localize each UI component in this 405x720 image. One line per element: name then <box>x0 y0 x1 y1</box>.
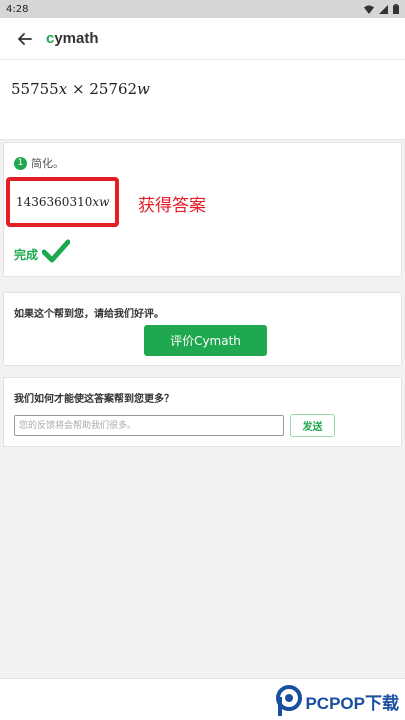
feedback-row: 发送 <box>14 414 335 437</box>
watermark: PCPOP下载 <box>276 685 399 717</box>
done-row: 完成 <box>14 239 71 263</box>
pcpop-logo-icon <box>276 685 303 716</box>
app-title: cymath <box>46 30 99 47</box>
back-button[interactable] <box>14 28 36 50</box>
status-bar: 4:28 <box>0 0 405 18</box>
answer-expression: 1436360310xw <box>16 195 110 209</box>
signal-icon <box>379 4 388 14</box>
answer-annotation: 获得答案 <box>138 196 206 216</box>
app-bar: cymath <box>0 18 405 60</box>
feedback-input[interactable] <box>14 415 284 436</box>
problem-display: 55755x × 25762w <box>0 60 405 140</box>
step-number: 1 <box>14 156 27 170</box>
send-button[interactable]: 发送 <box>290 414 335 437</box>
done-label: 完成 <box>14 248 39 262</box>
step-header: 1 简化。 <box>14 155 391 171</box>
rate-card: 如果这个帮到您，请给我们好评。 评价Cymath <box>3 292 402 366</box>
rate-cymath-button[interactable]: 评价Cymath <box>144 325 267 356</box>
answer-highlight-box: 1436360310xw <box>6 177 119 227</box>
bottom-area: PCPOP下载 <box>0 678 405 720</box>
arrow-left-icon <box>18 32 32 45</box>
step-label: 简化。 <box>31 157 64 170</box>
status-time: 4:28 <box>6 3 29 15</box>
feedback-question: 我们如何才能使这答案帮到您更多？ <box>14 394 174 405</box>
feedback-card: 我们如何才能使这答案帮到您更多？ 发送 <box>3 377 402 447</box>
watermark-text: PCPOP下载 <box>305 693 399 713</box>
wifi-icon <box>364 5 374 14</box>
problem-expression: 55755x × 25762w <box>11 80 150 98</box>
solution-step-card: 1 简化。 1436360310xw 获得答案 完成 <box>3 142 402 277</box>
checkmark-icon <box>42 239 71 263</box>
battery-icon <box>393 4 399 14</box>
status-icons <box>364 4 399 14</box>
app-title-rest: ymath <box>54 30 99 47</box>
rate-prompt: 如果这个帮到您，请给我们好评。 <box>14 309 164 320</box>
